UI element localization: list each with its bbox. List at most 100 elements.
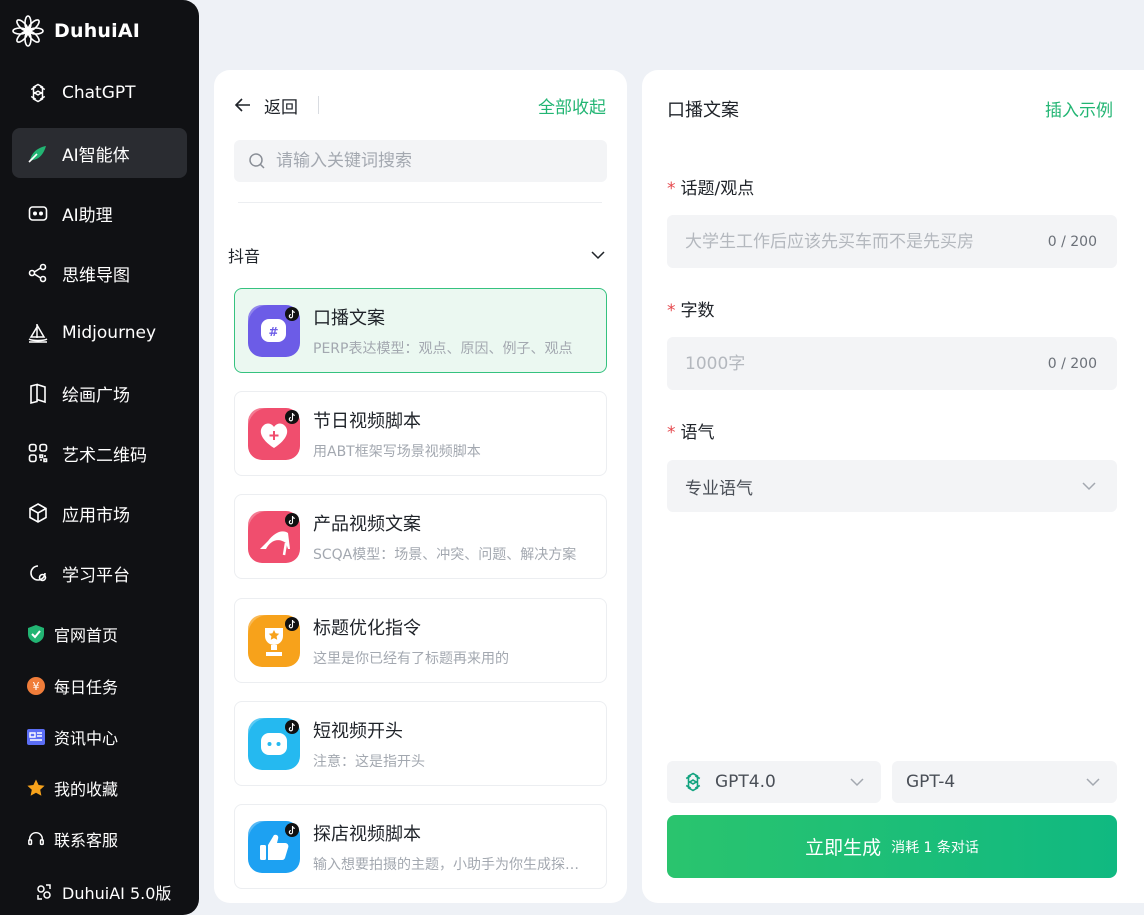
word-count-input[interactable] xyxy=(685,353,1048,374)
generate-cost: 消耗 1 条对话 xyxy=(891,839,979,856)
card-app-icon xyxy=(248,510,300,563)
cube-icon xyxy=(29,503,47,523)
required-mark: * xyxy=(667,301,676,321)
field-label-tone: * 语气 xyxy=(667,418,715,443)
form-title: 口播文案 xyxy=(667,100,739,121)
generate-button[interactable]: 立即生成 消耗 1 条对话 xyxy=(667,815,1117,878)
search-icon xyxy=(249,153,265,169)
topic-input[interactable] xyxy=(685,231,1048,252)
divider xyxy=(318,96,319,114)
mindmap-icon xyxy=(28,263,47,283)
sidebar-item-label: 应用市场 xyxy=(62,505,130,526)
sidebar-item-label: 绘画广场 xyxy=(62,385,130,406)
sidebar-sub-label: 我的收藏 xyxy=(54,780,119,799)
sidebar-item-label: 艺术二维码 xyxy=(62,445,147,466)
headset-icon xyxy=(26,829,46,849)
back-button[interactable]: 返回 xyxy=(234,93,298,118)
sidebar-item-midjourney[interactable]: Midjourney xyxy=(12,308,187,358)
sidebar-item-label: AI智能体 xyxy=(62,145,130,166)
sidebar-item-chatgpt[interactable]: ChatGPT xyxy=(12,68,187,118)
version-switch[interactable]: DuhuiAI 5.0版 xyxy=(34,880,171,904)
sidebar-item-learning[interactable]: 学习平台 xyxy=(12,548,187,598)
category-label: 抖音 xyxy=(228,247,261,266)
search-input[interactable] xyxy=(276,151,576,171)
char-counter: 0 / 200 xyxy=(1047,233,1097,250)
card-app-icon xyxy=(248,820,300,873)
card-description: 这里是你已经有了标题再来用的 xyxy=(313,650,509,667)
collapse-all-button[interactable]: 全部收起 xyxy=(538,93,606,118)
openai-icon xyxy=(685,772,701,792)
agent-card[interactable]: 节日视频脚本 用ABT框架写场景视频脚本 xyxy=(234,391,607,476)
model-version-value: GPT-4 xyxy=(906,772,956,792)
card-description: 输入想要拍摄的主题，小助手为你生成探店视频脚本 xyxy=(313,856,583,873)
category-toggle[interactable]: 抖音 xyxy=(228,242,606,268)
coin-icon: ¥ xyxy=(26,676,46,696)
brand-name: DuhuiAI xyxy=(54,20,141,42)
required-mark: * xyxy=(667,179,676,199)
sidebar-sub-daily-task[interactable]: ¥ 每日任务 xyxy=(26,672,118,700)
sidebar-item-mindmap[interactable]: 思维导图 xyxy=(12,248,187,298)
sidebar-sub-official-site[interactable]: 官网首页 xyxy=(26,620,118,648)
card-description: PERP表达模型：观点、原因、例子、观点 xyxy=(313,340,573,357)
sidebar-sub-support[interactable]: 联系客服 xyxy=(26,825,118,853)
robot-icon xyxy=(28,206,48,221)
agent-card[interactable]: 探店视频脚本 输入想要拍摄的主题，小助手为你生成探店视频脚本 xyxy=(234,804,607,889)
agent-icon xyxy=(28,146,46,163)
sidebar-sub-news[interactable]: 资讯中心 xyxy=(26,723,118,751)
map-icon xyxy=(30,383,46,405)
agent-card[interactable]: # 口播文案 PERP表达模型：观点、原因、例子、观点 xyxy=(234,288,607,373)
sidebar-item-app-market[interactable]: 应用市场 xyxy=(12,488,187,538)
card-title: 探店视频脚本 xyxy=(313,823,421,845)
card-description: 用ABT框架写场景视频脚本 xyxy=(313,443,481,460)
qrcode-icon xyxy=(28,443,48,463)
model-select-version[interactable]: GPT-4 xyxy=(892,761,1117,803)
sidebar-item-ai-agent[interactable]: AI智能体 xyxy=(12,128,187,178)
back-label: 返回 xyxy=(264,97,298,118)
sidebar-sub-label: 联系客服 xyxy=(54,831,119,850)
tone-select-value: 专业语气 xyxy=(685,478,753,499)
card-title: 节日视频脚本 xyxy=(313,410,421,432)
svg-text:¥: ¥ xyxy=(33,680,40,693)
sidebar-item-ai-assistant[interactable]: AI助理 xyxy=(12,188,187,238)
brand[interactable]: DuhuiAI xyxy=(12,14,140,48)
sidebar-item-painting-square[interactable]: 绘画广场 xyxy=(12,368,187,418)
chevron-down-icon xyxy=(1082,482,1096,491)
sidebar: DuhuiAI ChatGPT AI智能体 AI助理 思维导图 Midjourn… xyxy=(0,0,199,915)
chevron-down-icon xyxy=(850,778,864,787)
tone-select[interactable]: 专业语气 xyxy=(667,460,1117,512)
card-description: SCQA模型：场景、冲突、问题、解决方案 xyxy=(313,546,577,563)
chevron-down-icon xyxy=(1086,778,1100,787)
field-label-text: 话题/观点 xyxy=(680,179,755,199)
agent-card[interactable]: 产品视频文案 SCQA模型：场景、冲突、问题、解决方案 xyxy=(234,494,607,579)
sidebar-sub-label: 每日任务 xyxy=(54,678,119,697)
arrow-left-icon xyxy=(234,98,250,112)
star-icon xyxy=(26,778,46,798)
card-app-icon xyxy=(248,717,300,770)
sidebar-item-label: 思维导图 xyxy=(62,265,130,286)
field-label-text: 字数 xyxy=(680,301,715,321)
search-box xyxy=(234,140,607,182)
card-description: 注意：这是指开头 xyxy=(313,753,425,770)
agent-card[interactable]: 短视频开头 注意：这是指开头 xyxy=(234,701,607,786)
sidebar-item-label: AI助理 xyxy=(62,205,113,226)
insert-example-button[interactable]: 插入示例 xyxy=(1045,96,1113,121)
sidebar-item-art-qrcode[interactable]: 艺术二维码 xyxy=(12,428,187,478)
generate-label: 立即生成 xyxy=(805,837,882,859)
card-title: 口播文案 xyxy=(313,307,385,329)
form-panel: 口播文案 插入示例 *话题/观点 0 / 200 *字数 0 / 200 *语气… xyxy=(642,70,1144,903)
chevron-down-icon xyxy=(591,251,605,260)
model-select-primary[interactable]: GPT4.0 xyxy=(667,761,881,803)
word-count-field: 0 / 200 xyxy=(667,337,1117,390)
switch-icon xyxy=(37,884,51,900)
sidebar-sub-favorites[interactable]: 我的收藏 xyxy=(26,774,118,802)
required-mark: * xyxy=(667,423,676,443)
sidebar-item-label: ChatGPT xyxy=(62,83,136,103)
sidebar-sub-label: 官网首页 xyxy=(54,626,119,645)
shield-check-icon xyxy=(26,624,46,644)
agent-list-panel: 返回 全部收起 抖音 # 口播文案 PERP表达模型：观点、原因、例子、观点 xyxy=(214,70,627,903)
divider xyxy=(238,202,602,203)
sailboat-icon xyxy=(28,324,48,343)
sidebar-sub-label: 资讯中心 xyxy=(54,729,119,748)
agent-card[interactable]: 标题优化指令 这里是你已经有了标题再来用的 xyxy=(234,598,607,683)
char-counter: 0 / 200 xyxy=(1047,355,1097,372)
